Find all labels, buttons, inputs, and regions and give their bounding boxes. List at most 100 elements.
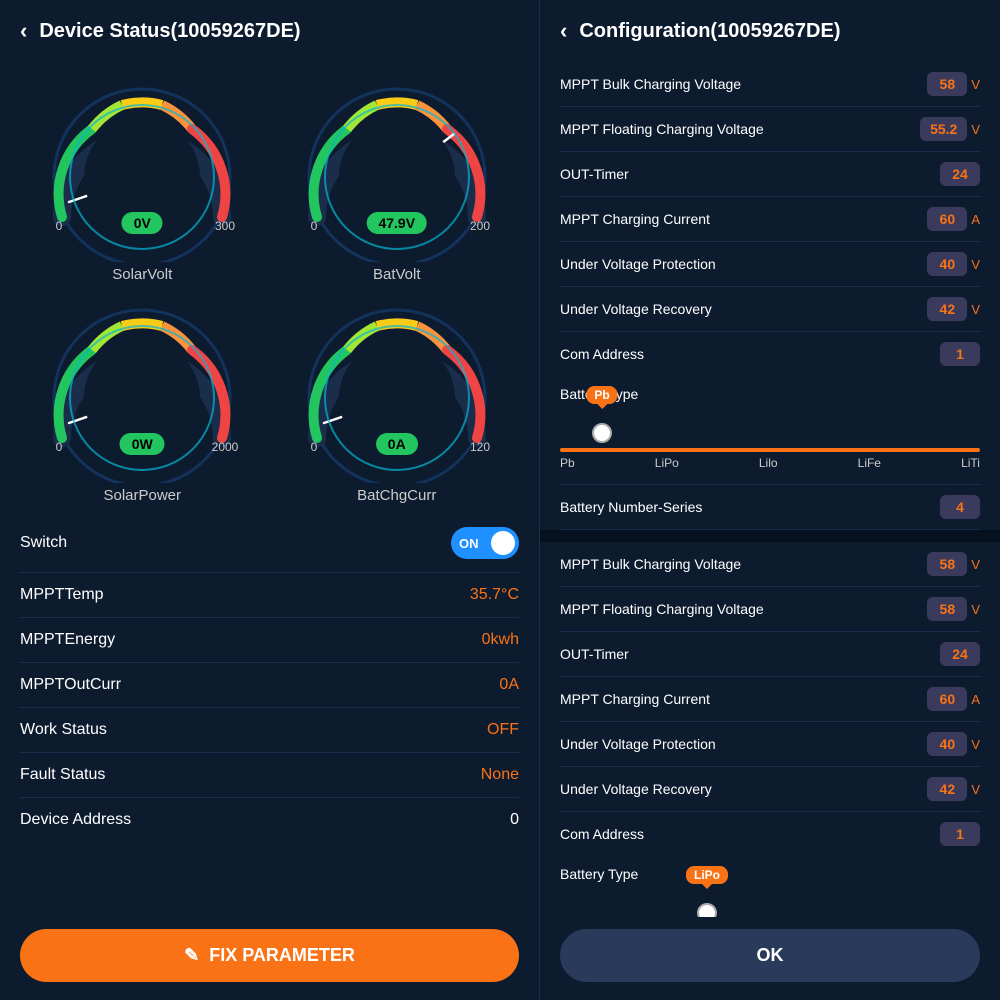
fault-status-row: Fault Status None (20, 753, 519, 798)
bat-opt-liti-1: LiTi (961, 456, 980, 470)
config-s2-unit-5: V (971, 782, 980, 797)
right-back-button[interactable]: ‹ (560, 18, 567, 44)
config-s2-value-2: 24 (940, 642, 980, 666)
config-s1-unit-0: V (971, 77, 980, 92)
fix-param-label: FIX PARAMETER (209, 945, 355, 966)
fault-status-label: Fault Status (20, 766, 105, 784)
bat-opt-life-1: LiFe (858, 456, 881, 470)
section-divider (540, 530, 1000, 542)
config-s1-label-4: Under Voltage Protection (560, 256, 716, 272)
bat-chg-curr-badge: 0A (376, 433, 418, 455)
solar-power-label: SolarPower (103, 487, 181, 504)
config-s1-label-2: OUT-Timer (560, 166, 629, 182)
device-address-value: 0 (510, 811, 519, 829)
fault-status-value: None (481, 766, 519, 784)
config-s2-value-5: 42 (927, 777, 967, 801)
svg-text:0: 0 (310, 440, 317, 454)
config-s1-value-group-0: 58 V (927, 72, 980, 96)
config-s1-unit-3: A (971, 212, 980, 227)
work-status-label: Work Status (20, 721, 107, 739)
config-s1-row-0: MPPT Bulk Charging Voltage 58 V (560, 62, 980, 107)
config-s2-label-4: Under Voltage Protection (560, 736, 716, 752)
solar-volt-badge: 0V (122, 212, 163, 234)
config-s1-row-2: OUT-Timer 24 (560, 152, 980, 197)
mpptoutcurr-label: MPPTOutCurr (20, 676, 121, 694)
device-address-label: Device Address (20, 811, 131, 829)
battery-type-1-slider-container: Pb Pb LiPo Lilo LiFe LiTi (560, 410, 980, 474)
bat-volt-label: BatVolt (373, 266, 421, 283)
left-back-button[interactable]: ‹ (20, 18, 27, 44)
config-s1-label-5: Under Voltage Recovery (560, 301, 712, 317)
config-s1-row-4: Under Voltage Protection 40 V (560, 242, 980, 287)
config-s2-value-group-1: 58V (927, 597, 980, 621)
gauges-grid: 0 300 0V SolarVolt (0, 62, 539, 514)
config-s2-label-1: MPPT Floating Charging Voltage (560, 601, 764, 617)
bat-volt-badge: 47.9V (366, 212, 427, 234)
config-s1-value-group-3: 60 A (927, 207, 980, 231)
config-s1-value-2: 24 (940, 162, 980, 186)
svg-text:120: 120 (470, 440, 490, 454)
mppttemp-label: MPPTTemp (20, 586, 104, 604)
mpptoutcurr-row: MPPTOutCurr 0A (20, 663, 519, 708)
config-s1-row-5: Under Voltage Recovery 42V (560, 287, 980, 332)
battery-type-2-thumb[interactable] (697, 903, 717, 917)
config-s2-label-3: MPPT Charging Current (560, 691, 710, 707)
config-s1-label-6: Com Address (560, 346, 644, 362)
svg-text:2000: 2000 (212, 440, 239, 454)
mpptoutcurr-value: 0A (499, 676, 519, 694)
switch-label: Switch (20, 534, 67, 552)
config-s2-label-2: OUT-Timer (560, 646, 629, 662)
battery-type-2-row: Battery Type LiPo Pb LiPo Lilo LiFe LiTi (560, 856, 980, 917)
config-s2-value-group-4: 40V (927, 732, 980, 756)
svg-text:200: 200 (470, 219, 490, 233)
config-s2-row-6: Com Address1 (560, 812, 980, 856)
left-title: Device Status(10059267DE) (39, 20, 300, 43)
config-s1-unit-4: V (971, 257, 980, 272)
solar-volt-label: SolarVolt (112, 266, 172, 283)
device-address-row: Device Address 0 (20, 798, 519, 842)
fix-param-icon: ✎ (184, 945, 199, 966)
gauge-solar-power: 0 2000 0W SolarPower (20, 293, 265, 504)
config-s1-value-group-5: 42V (927, 297, 980, 321)
bat-opt-lipo-1: LiPo (655, 456, 679, 470)
config-s1-value-4: 40 (927, 252, 967, 276)
work-status-value: OFF (487, 721, 519, 739)
switch-toggle[interactable]: ON (451, 527, 519, 559)
config-s1-value-3: 60 (927, 207, 967, 231)
config-s1-value-group-2: 24 (940, 162, 980, 186)
config-s2-row-3: MPPT Charging Current60A (560, 677, 980, 722)
right-panel: ‹ Configuration(10059267DE) MPPT Bulk Ch… (540, 0, 1000, 1000)
gauge-bat-volt: 0 200 47.9V BatVolt (275, 72, 520, 283)
solar-power-badge: 0W (120, 433, 165, 455)
config-s2-value-1: 58 (927, 597, 967, 621)
config-s1-value-0: 58 (927, 72, 967, 96)
gauge-bat-chg-curr: 0 120 0A BatChgCurr (275, 293, 520, 504)
bat-opt-lilo-1: Lilo (759, 456, 778, 470)
config-s1-label-0: MPPT Bulk Charging Voltage (560, 76, 741, 92)
battery-number-1-row: Battery Number-Series 4 (560, 485, 980, 530)
config-s1-value-1: 55.2 (920, 117, 967, 141)
mpptenergy-label: MPPTEnergy (20, 631, 115, 649)
switch-row: Switch ON (20, 514, 519, 573)
svg-text:300: 300 (215, 219, 235, 233)
config-s1-label-3: MPPT Charging Current (560, 211, 710, 227)
status-table: Switch ON MPPTTemp 35.7°C MPPTEnergy 0kw… (0, 514, 539, 917)
config-s2-value-group-2: 24 (940, 642, 980, 666)
right-title: Configuration(10059267DE) (579, 20, 840, 43)
config-s2-label-5: Under Voltage Recovery (560, 781, 712, 797)
fix-param-button[interactable]: ✎ FIX PARAMETER (20, 929, 519, 982)
toggle-on-label: ON (459, 536, 479, 551)
mppttemp-row: MPPTTemp 35.7°C (20, 573, 519, 618)
battery-type-1-thumb[interactable] (592, 423, 612, 443)
gauge-solar-volt: 0 300 0V SolarVolt (20, 72, 265, 283)
config-s1-value-5: 42 (927, 297, 967, 321)
config-s1-value-6: 1 (940, 342, 980, 366)
config-s2-value-group-6: 1 (940, 822, 980, 846)
battery-type-2-label: Battery Type (560, 866, 638, 882)
battery-number-1-label: Battery Number-Series (560, 499, 702, 515)
config-s2-value-group-5: 42 V (927, 777, 980, 801)
config-section-2: MPPT Bulk Charging Voltage58VMPPT Floati… (560, 542, 980, 856)
config-s1-value-group-6: 1 (940, 342, 980, 366)
battery-number-1-value-group: 4 (940, 495, 980, 519)
ok-button[interactable]: OK (560, 929, 980, 982)
